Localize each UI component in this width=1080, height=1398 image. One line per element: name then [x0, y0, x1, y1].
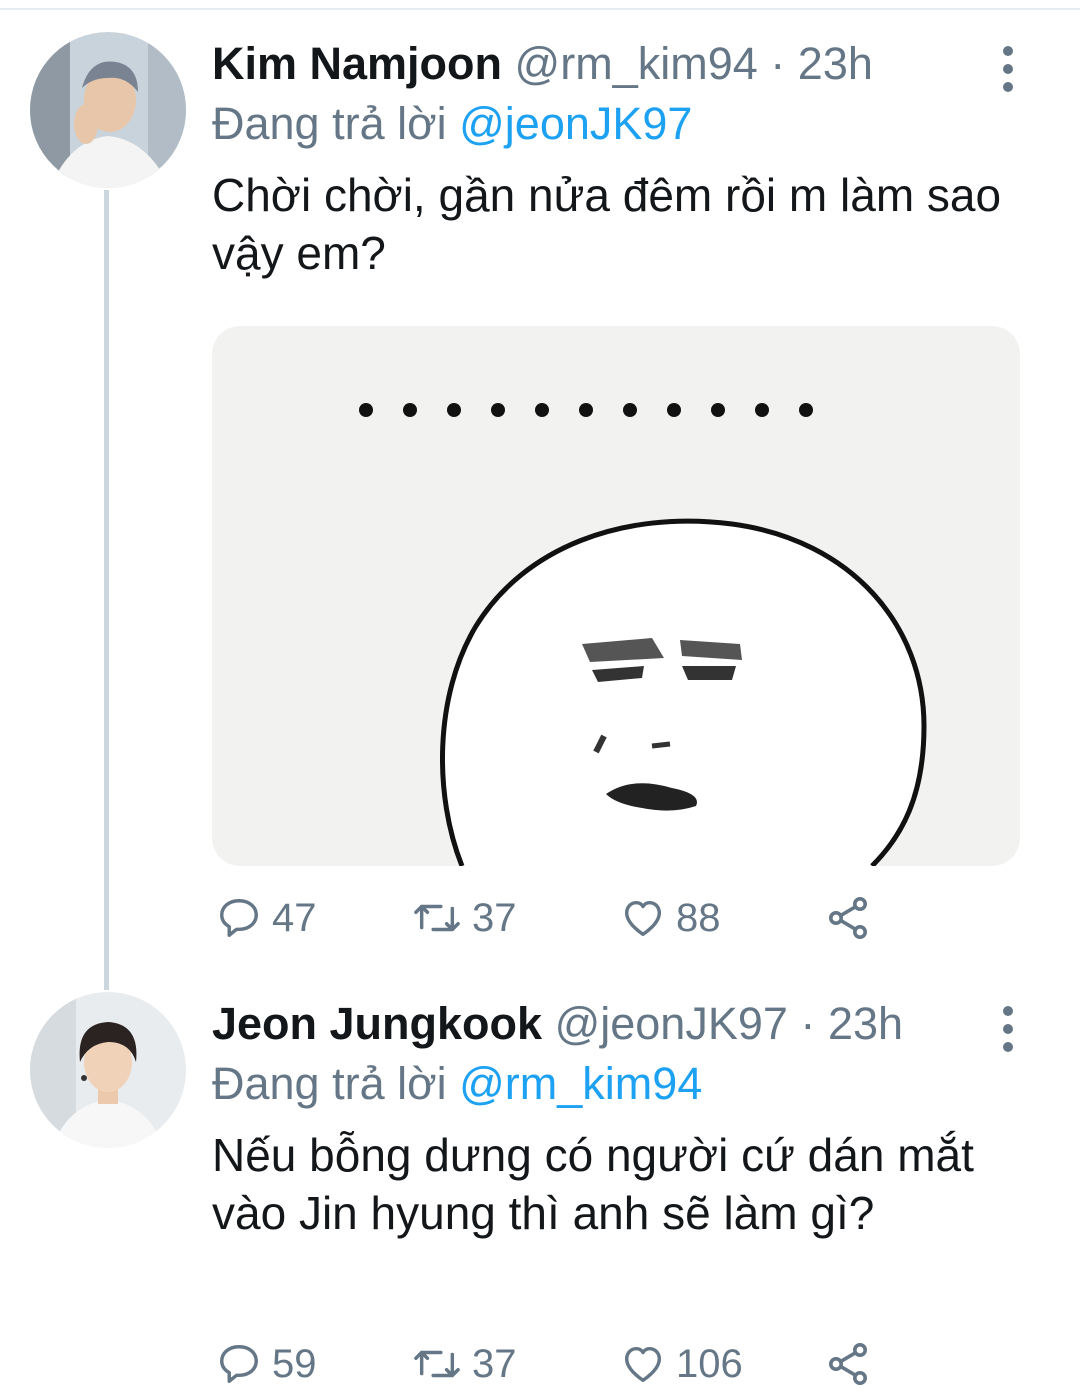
share-icon [829, 1343, 867, 1385]
separator: · [770, 38, 786, 89]
reply-icon [220, 1345, 258, 1383]
thread-connector-line [104, 190, 109, 990]
avatar[interactable] [30, 32, 186, 188]
reply-prefix: Đang trả lời [212, 1058, 447, 1109]
share-button[interactable] [824, 1334, 872, 1394]
reply-count: 59 [272, 1341, 317, 1386]
tweet-header: Kim Namjoon @rm_kim94 · 23h [212, 36, 1032, 92]
tweet-text: Nếu bỗng dưng có người cứ dán mắt vào Ji… [212, 1129, 974, 1239]
retweet-count: 37 [472, 895, 517, 940]
reply-button[interactable]: 47 [216, 888, 317, 948]
reply-icon [220, 899, 258, 937]
reply-mention-link[interactable]: @rm_kim94 [459, 1058, 702, 1109]
like-button[interactable]: 88 [620, 888, 721, 948]
separator: · [800, 998, 816, 1049]
tweet-media-image[interactable] [212, 326, 1020, 866]
share-icon [829, 897, 867, 939]
share-button[interactable] [824, 888, 872, 948]
tweet-header: Jeon Jungkook @jeonJK97 · 23h [212, 996, 1032, 1052]
tweet-actions: 59 37 106 [212, 1334, 1032, 1394]
timestamp[interactable]: 23h [798, 38, 873, 89]
replying-to: Đang trả lời @jeonJK97 [212, 96, 1032, 152]
retweet-icon [414, 1350, 460, 1378]
reply-prefix: Đang trả lời [212, 98, 447, 149]
replying-to: Đang trả lời @rm_kim94 [212, 1056, 1032, 1112]
retweet-button[interactable]: 37 [412, 1334, 517, 1394]
display-name[interactable]: Jeon Jungkook [212, 998, 542, 1049]
reply-mention-link[interactable]: @jeonJK97 [459, 98, 692, 149]
timestamp[interactable]: 23h [828, 998, 903, 1049]
user-handle[interactable]: @rm_kim94 [515, 38, 758, 89]
retweet-icon [414, 904, 460, 932]
heart-icon [624, 900, 662, 937]
avatar[interactable] [30, 992, 186, 1148]
heart-icon [624, 1346, 662, 1383]
like-button[interactable]: 106 [620, 1334, 743, 1394]
like-count: 106 [676, 1341, 743, 1386]
reply-count: 47 [272, 895, 317, 940]
tweet-actions: 47 37 88 [212, 888, 1032, 948]
display-name[interactable]: Kim Namjoon [212, 38, 502, 89]
user-handle[interactable]: @jeonJK97 [555, 998, 788, 1049]
retweet-button[interactable]: 37 [412, 888, 517, 948]
tweet-text: Chời chời, gần nửa đêm rồi m làm sao vậy… [212, 169, 1002, 279]
like-count: 88 [676, 895, 721, 940]
retweet-count: 37 [472, 1341, 517, 1386]
reply-button[interactable]: 59 [216, 1334, 317, 1394]
top-divider [0, 0, 1080, 10]
